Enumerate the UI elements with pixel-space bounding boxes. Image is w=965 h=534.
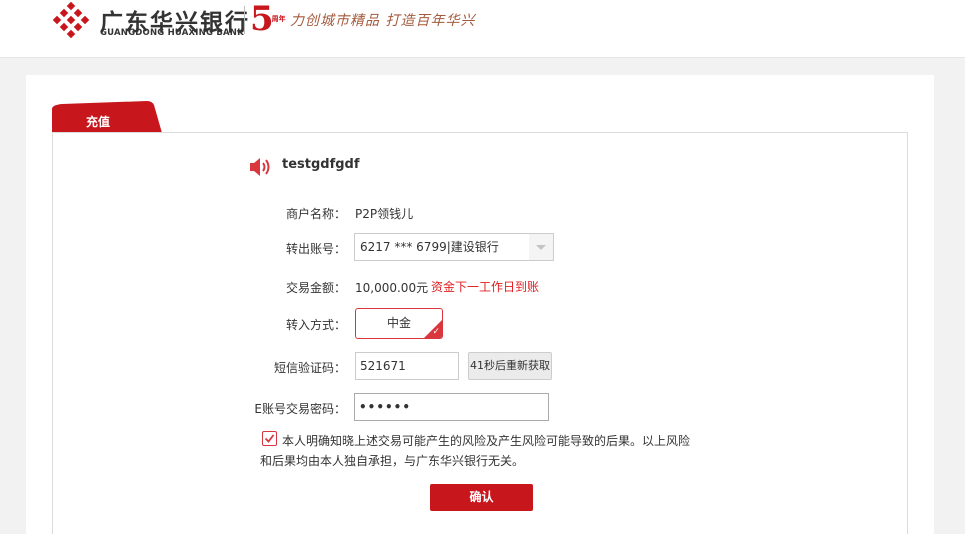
- anniversary-suffix: 周年: [271, 14, 286, 23]
- agreement-text: 本人明确知晓上述交易可能产生的风险及产生风险可能导致的后果。以上风险和后果均由本…: [260, 434, 691, 468]
- speaker-icon: [250, 158, 270, 176]
- tab-recharge[interactable]: 充值: [52, 101, 162, 133]
- logo-divider: [244, 6, 245, 34]
- out-account-select[interactable]: 6217 *** 6799|建设银行: [354, 233, 554, 261]
- method-option-zhongjin[interactable]: 中金 ✓: [355, 308, 443, 339]
- anniversary-badge: 5周年: [250, 0, 286, 38]
- method-option-label: 中金: [386, 316, 411, 330]
- sms-code-input[interactable]: 521671: [355, 352, 459, 380]
- merchant-label: 商户名称：: [285, 207, 346, 221]
- recharge-panel: 充值 testgdfgdf 商户名称： P2P领钱儿 转出账号： 6217 **…: [26, 75, 934, 534]
- method-label: 转入方式：: [285, 318, 346, 332]
- amount-value: 10,000.00元: [355, 281, 429, 295]
- checkmark-icon: [264, 434, 275, 443]
- bank-logo-icon: [52, 2, 90, 38]
- slogan: 力创城市精品 打造百年华兴: [290, 13, 476, 29]
- bank-name-en: GUANGDONG HUAXING BANK: [100, 28, 244, 38]
- out-account-label: 转出账号：: [285, 242, 346, 256]
- site-header: 广东华兴银行 GUANGDONG HUAXING BANK 5周年 力创城市精品…: [0, 0, 965, 58]
- password-input[interactable]: ••••••: [354, 393, 549, 421]
- account-name: testgdfgdf: [282, 157, 360, 172]
- agreement-checkbox[interactable]: [262, 431, 277, 446]
- password-label: E账号交易密码：: [254, 402, 346, 416]
- confirm-button[interactable]: 确认: [430, 484, 533, 511]
- content-box: [52, 133, 908, 534]
- sms-label: 短信验证码：: [273, 361, 346, 375]
- amount-note: 资金下一工作日到账: [431, 280, 540, 294]
- out-account-value: 6217 *** 6799|建设银行: [360, 240, 499, 254]
- merchant-value: P2P领钱儿: [355, 207, 414, 221]
- amount-label: 交易金额：: [285, 281, 346, 295]
- chevron-down-icon[interactable]: [529, 234, 553, 260]
- check-icon: ✓: [432, 327, 440, 337]
- anniversary-number: 5: [250, 0, 274, 39]
- tab-label: 充值: [85, 115, 110, 129]
- resend-code-button[interactable]: 41秒后重新获取: [468, 352, 552, 380]
